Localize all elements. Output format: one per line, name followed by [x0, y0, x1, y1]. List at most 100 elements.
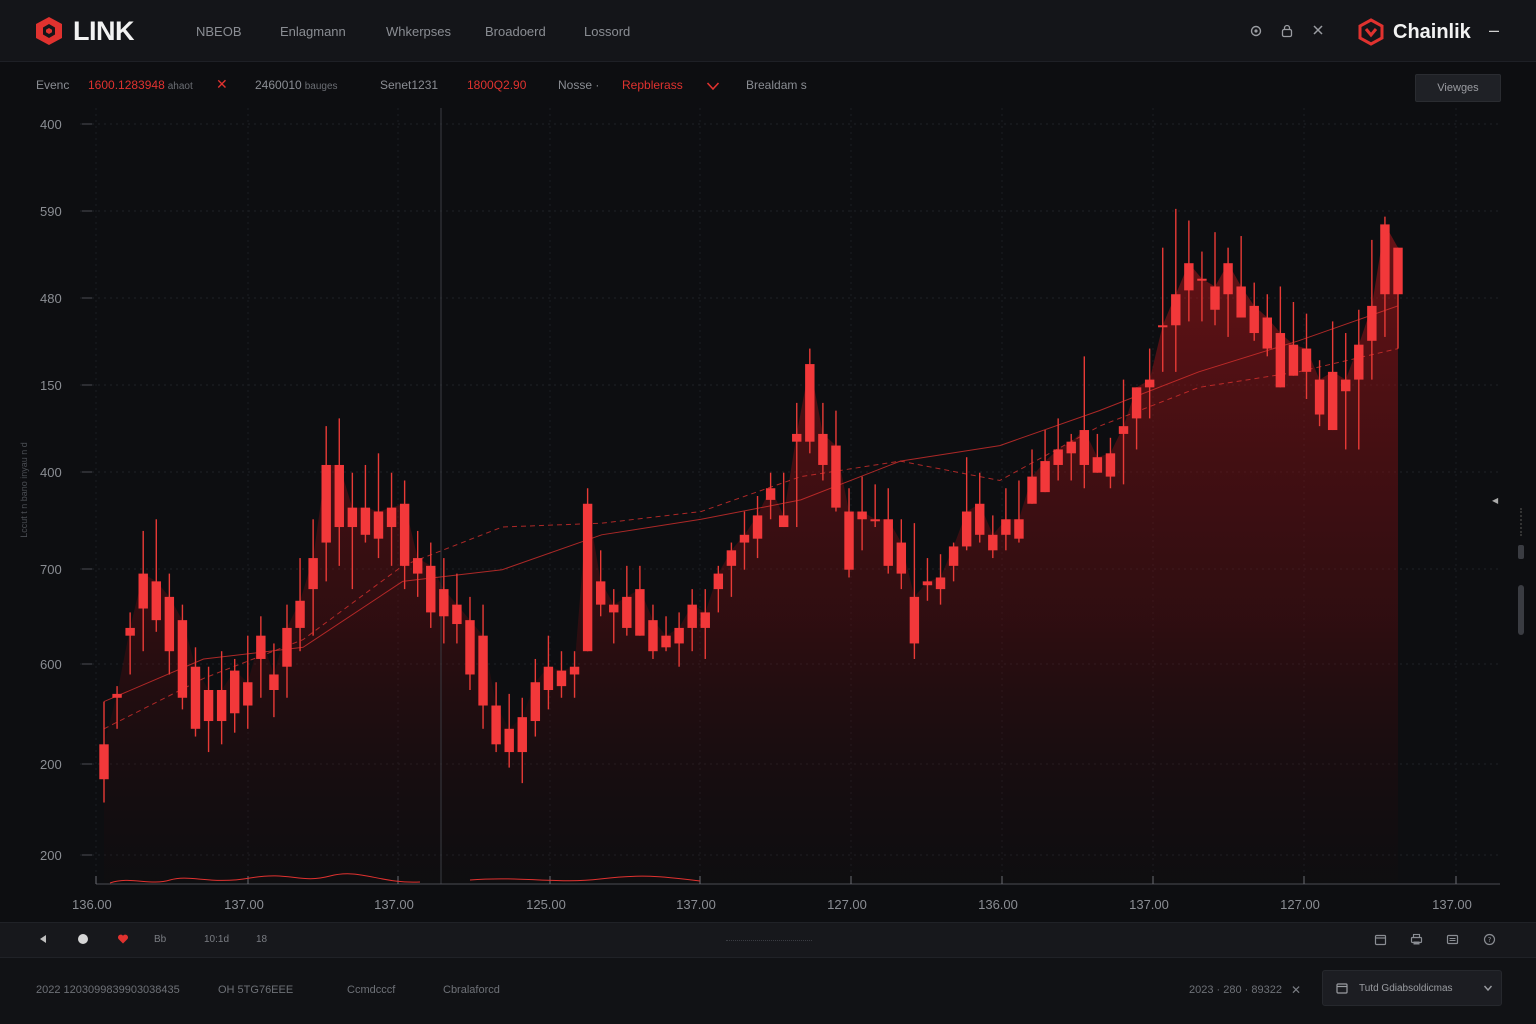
candle-body	[452, 604, 462, 625]
candle-body	[164, 596, 175, 652]
y-tick-label: 590	[40, 204, 62, 219]
layout-select-value: Tutd Gdiabsoldicmas	[1359, 983, 1453, 994]
candle-body	[831, 445, 841, 508]
y-tick-label: 400	[40, 465, 62, 480]
candle-body	[203, 690, 214, 722]
candle-body	[961, 511, 972, 547]
info-icon[interactable]: ?	[1482, 933, 1496, 947]
record-icon[interactable]	[76, 933, 90, 947]
candle-body	[386, 507, 397, 528]
candle-body	[1144, 379, 1155, 388]
candle-body	[1275, 333, 1286, 388]
candle-body	[1079, 430, 1090, 465]
candle-body	[256, 635, 266, 659]
x-tick-label: 127.00	[1280, 897, 1320, 912]
candle-body	[230, 670, 240, 714]
status-mid-1[interactable]: Ccmdcccf	[347, 984, 395, 996]
candle-body	[844, 511, 854, 570]
candle-body	[1367, 305, 1377, 341]
candle-body	[687, 604, 697, 628]
y-axis-title: Lccut t n bano inyau n d	[19, 442, 29, 538]
playbar-item-1[interactable]: Bb	[154, 934, 166, 945]
candlestick-chart[interactable]: 400 590 480 150 400 700 600 200 200 136.00 137.00…	[0, 0, 1536, 922]
y-tick-label: 200	[40, 757, 62, 772]
playbar-item-2[interactable]: 10:1d	[204, 934, 229, 945]
printer-icon[interactable]	[1409, 933, 1423, 947]
candle-body	[909, 596, 920, 644]
candle-body	[1210, 286, 1220, 310]
candle-body	[543, 666, 554, 690]
x-tick-label: 136.00	[72, 897, 112, 912]
candle-body	[1118, 426, 1129, 434]
calendar-icon[interactable]	[1373, 933, 1387, 947]
candle-body	[112, 693, 122, 698]
status-date: 2023 · 280 · 89322	[1189, 984, 1282, 996]
x-tick-label: 137.00	[676, 897, 716, 912]
grid-icon[interactable]	[1445, 933, 1459, 947]
y-tick-label: 600	[40, 657, 62, 672]
side-marker-icon: ◀	[1492, 496, 1499, 505]
candle-body	[99, 744, 109, 780]
candle-body	[465, 620, 475, 675]
candle-body	[1301, 348, 1312, 372]
candle-body	[399, 503, 410, 566]
playbar-item-3[interactable]: 18	[256, 934, 267, 945]
candle-body	[1380, 224, 1390, 295]
candle-body	[1092, 457, 1103, 473]
candle-body	[1027, 476, 1037, 504]
candle-body	[778, 515, 789, 528]
candle-body	[556, 670, 567, 687]
candle-body	[870, 519, 880, 522]
candle-body	[569, 666, 580, 675]
candle-body	[635, 589, 645, 636]
candle-body	[360, 507, 371, 535]
candle-body	[347, 507, 358, 528]
candle-body	[373, 511, 384, 539]
candle-body	[752, 515, 763, 539]
candle-body	[700, 612, 710, 628]
candle-body	[177, 620, 188, 698]
chart-area-fill	[104, 224, 1398, 884]
x-tick-label: 137.00	[1129, 897, 1169, 912]
vertical-scrollbar-thumb[interactable]	[1518, 585, 1524, 635]
candle-body	[1014, 519, 1024, 539]
candle-body	[726, 550, 737, 566]
candle-body	[1105, 453, 1116, 477]
candle-body	[661, 635, 671, 648]
status-close-icon[interactable]: ✕	[1291, 983, 1301, 997]
candle-body	[1236, 286, 1246, 318]
playback-bar: Bb 10:1d 18 ?	[0, 922, 1536, 958]
status-bar: 2022 1203099839903038435 OH 5TG76EEE Ccm…	[0, 958, 1536, 1024]
candle-body	[282, 627, 292, 667]
status-left-2: OH 5TG76EEE	[218, 984, 294, 996]
candle-body	[269, 674, 279, 690]
candle-body	[478, 635, 488, 706]
candle-body	[1341, 379, 1351, 392]
candle-body	[948, 546, 959, 566]
scroll-handle-top[interactable]	[1518, 545, 1524, 559]
candle-body	[582, 503, 593, 652]
candle-body	[975, 503, 985, 535]
status-mid-2[interactable]: Cbralaforcd	[443, 984, 500, 996]
layout-select[interactable]: Tutd Gdiabsoldicmas	[1322, 970, 1502, 1006]
y-axis: 400 590 480 150 400 700 600 200 200	[40, 117, 92, 863]
y-tick-label: 200	[40, 848, 62, 863]
candle-body	[1288, 344, 1299, 376]
candle-body	[1001, 519, 1011, 535]
candle-body	[818, 433, 828, 465]
candle-body	[648, 620, 658, 652]
candle-body	[622, 596, 632, 628]
play-back-icon[interactable]	[36, 933, 50, 947]
candle-body	[491, 705, 501, 745]
candle-body	[216, 690, 227, 722]
y-tick-label: 400	[40, 117, 62, 132]
candle-body	[295, 600, 305, 628]
candle-body	[674, 627, 684, 644]
candle-body	[504, 728, 514, 753]
y-tick-label: 480	[40, 291, 62, 306]
x-tick-label: 125.00	[526, 897, 566, 912]
candle-body	[1197, 278, 1207, 281]
heart-icon[interactable]	[116, 933, 130, 947]
chevron-down-small-icon	[1483, 985, 1493, 992]
candle-body	[805, 364, 815, 442]
